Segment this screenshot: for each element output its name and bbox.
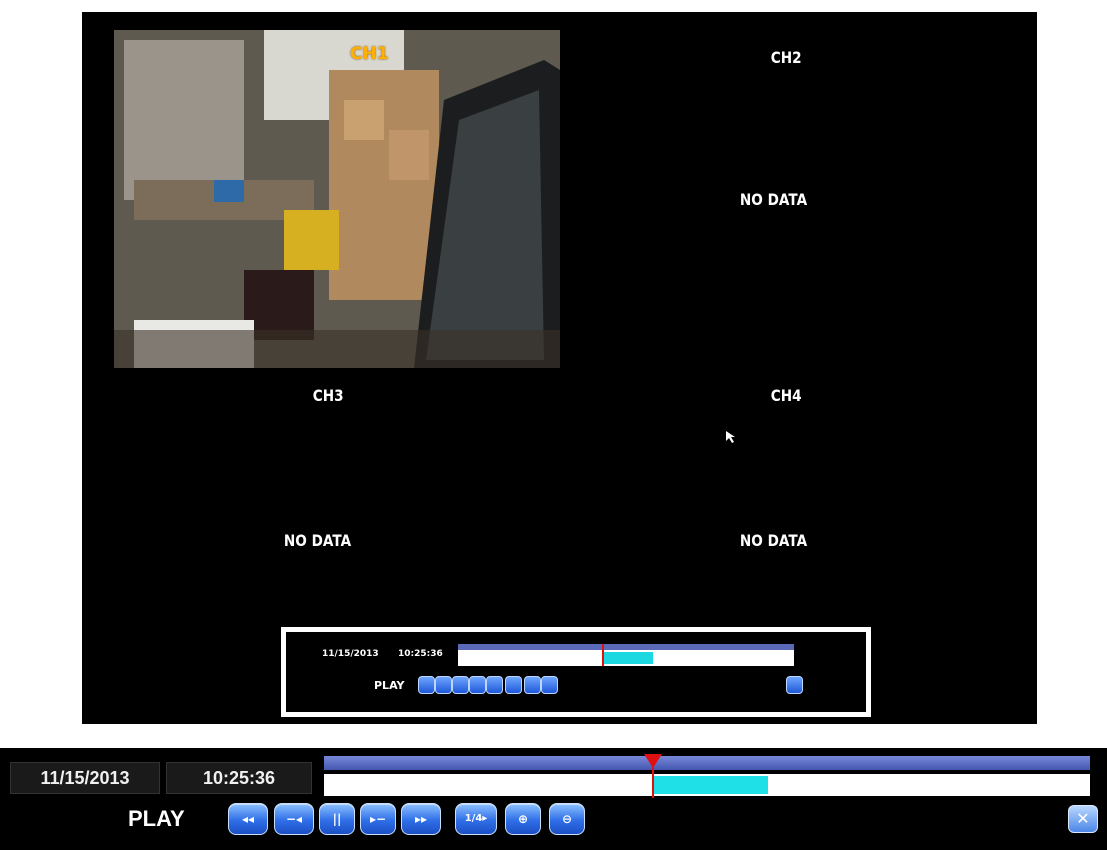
mini-time: 10:25:36 [398, 649, 443, 659]
fast-rewind-icon: ◂◂ [241, 812, 255, 826]
ch4-label: CH4 [770, 386, 802, 405]
ch1-video-feed[interactable]: CH1 [114, 30, 560, 368]
zoom-in-button[interactable]: ⊕ [505, 803, 541, 835]
date-display: 11/15/2013 [10, 762, 160, 794]
mini-timeline[interactable] [458, 644, 794, 666]
mini-zoom-in-button[interactable] [524, 676, 541, 694]
zoom-in-icon: ⊕ [517, 812, 529, 826]
close-button[interactable]: ✕ [1068, 805, 1098, 833]
mini-playhead[interactable] [602, 644, 605, 666]
ch4-no-data: NO DATA [739, 531, 808, 550]
step-back-icon: −◂ [285, 812, 303, 826]
fast-rewind-button[interactable]: ◂◂ [228, 803, 268, 835]
mini-step-back-button[interactable] [435, 676, 452, 694]
ch3-no-data: NO DATA [283, 531, 352, 550]
ch1-camera-image [114, 30, 560, 368]
mini-pause-button[interactable] [452, 676, 469, 694]
mouse-cursor-icon [726, 431, 735, 443]
fast-forward-button[interactable]: ▸▸ [401, 803, 441, 835]
zoom-out-icon: ⊖ [561, 812, 573, 826]
mini-step-forward-button[interactable] [469, 676, 486, 694]
speed-icon: 1/4▸ [464, 813, 488, 824]
pause-button[interactable]: || [319, 803, 355, 835]
playback-control-bar: 11/15/2013 10:25:36 PLAY ◂◂ −◂ || ▸− ▸▸ … [0, 748, 1107, 850]
mini-speed-button[interactable] [505, 676, 522, 694]
timeline-range-bar [324, 756, 1090, 770]
zoom-out-button[interactable]: ⊖ [549, 803, 585, 835]
speed-button[interactable]: 1/4▸ [455, 803, 497, 835]
fast-forward-icon: ▸▸ [414, 812, 428, 826]
mini-fast-rewind-button[interactable] [418, 676, 435, 694]
mini-timeline-bar [458, 644, 794, 650]
mini-fast-forward-button[interactable] [486, 676, 503, 694]
pause-icon: || [332, 812, 342, 826]
close-icon: ✕ [1076, 809, 1090, 828]
dvr-display: CH1 CH2 NO DATA CH3 NO DATA CH4 NO DATA … [82, 12, 1037, 724]
timeline-track[interactable] [324, 774, 1090, 796]
mini-mode-label: PLAY [374, 679, 405, 692]
ch2-no-data: NO DATA [739, 190, 808, 209]
step-forward-button[interactable]: ▸− [360, 803, 396, 835]
timeline[interactable] [322, 754, 1092, 798]
mini-playback-panel: 11/15/2013 10:25:36 PLAY [281, 627, 871, 717]
time-display: 10:25:36 [166, 762, 312, 794]
playhead-marker-icon[interactable] [644, 754, 663, 768]
ch3-label: CH3 [312, 386, 344, 405]
recorded-segment [653, 776, 769, 794]
mini-date: 11/15/2013 [322, 649, 379, 659]
step-back-button[interactable]: −◂ [274, 803, 314, 835]
step-forward-icon: ▸− [369, 812, 387, 826]
ch1-label: CH1 [350, 44, 389, 64]
mode-label: PLAY [128, 806, 185, 831]
mini-zoom-out-button[interactable] [541, 676, 558, 694]
mini-recorded-segment [602, 652, 653, 664]
ch2-label: CH2 [770, 48, 802, 67]
mini-close-button[interactable] [786, 676, 803, 694]
